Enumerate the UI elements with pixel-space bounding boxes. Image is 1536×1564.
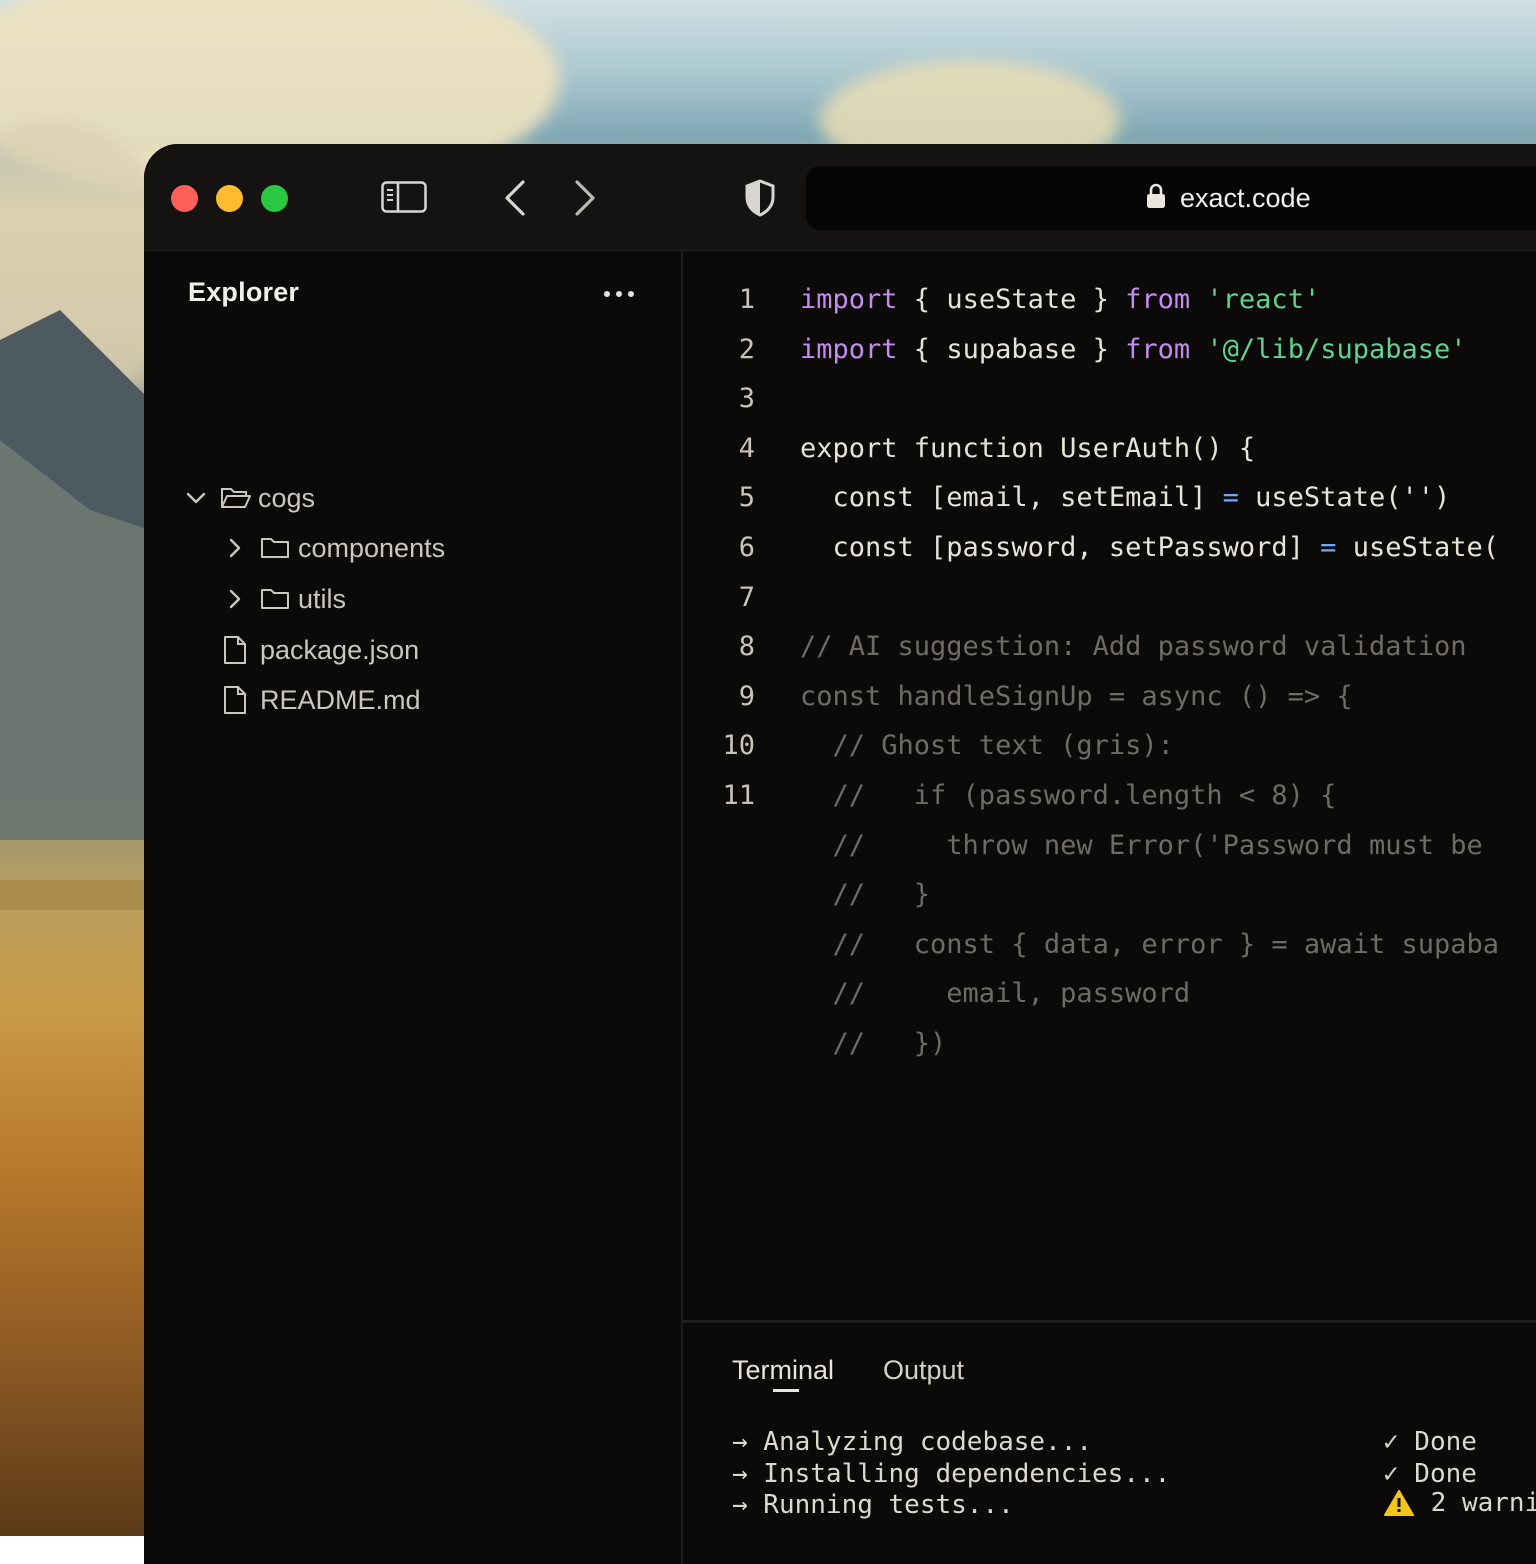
tree-item-label: components	[298, 532, 446, 563]
keyword-token: from	[1125, 333, 1191, 365]
terminal-line: → Analyzing codebase...	[732, 1427, 1093, 1457]
url-text: exact.code	[1180, 182, 1311, 213]
line-number: 5	[738, 482, 755, 514]
tab-terminal[interactable]: Terminal	[732, 1355, 834, 1386]
code-line: export function UserAuth() {	[800, 433, 1255, 464]
line-number: 2	[738, 333, 755, 365]
address-bar[interactable]: exact.code	[806, 166, 1536, 230]
folder-icon	[260, 536, 290, 560]
ghost-suggestion-text: const handleSignUp = async () => {	[800, 680, 1353, 712]
line-number: 3	[738, 383, 755, 415]
close-window-button[interactable]	[171, 185, 198, 212]
line-number: 8	[738, 631, 755, 663]
terminal-line: → Installing dependencies...	[732, 1459, 1171, 1489]
chevron-right-icon	[224, 538, 246, 558]
code-line: // if (password.length < 8) {	[800, 780, 1337, 811]
ghost-suggestion-text: // Ghost text (gris):	[800, 730, 1174, 762]
tree-item-cogs[interactable]: cogs	[184, 476, 315, 520]
lock-icon	[1146, 183, 1166, 213]
terminal-line: → Running tests...	[732, 1490, 1014, 1520]
file-icon	[222, 635, 248, 665]
line-number: 6	[738, 532, 755, 563]
code-line: // email, password	[800, 978, 1191, 1010]
terminal-status: ✓ Done	[1383, 1427, 1477, 1457]
line-number: 10	[722, 730, 755, 762]
line-number: 7	[738, 581, 755, 613]
terminal-status: 2 warni	[1383, 1488, 1536, 1518]
code-line: const handleSignUp = async () => {	[800, 681, 1353, 712]
ghost-suggestion-text: // throw new Error('Password must be	[800, 829, 1483, 861]
code-line: // })	[800, 1028, 947, 1059]
title-bar: exact.code	[144, 144, 1536, 251]
code-line: import { useState } from 'react'	[800, 284, 1320, 315]
tree-item-readme[interactable]: README.md	[222, 678, 421, 722]
tree-item-label: README.md	[260, 684, 421, 715]
code-line: // AI suggestion: Add password validatio…	[800, 631, 1466, 662]
chevron-down-icon	[184, 491, 208, 505]
keyword-token: import	[800, 333, 898, 365]
code-token: const [email, setEmail]	[800, 482, 1223, 514]
ghost-suggestion-text: // AI suggestion: Add password validatio…	[800, 631, 1467, 663]
code-token: export function UserAuth() {	[800, 432, 1256, 464]
operator-token: =	[1320, 532, 1337, 563]
code-line: // throw new Error('Password must be	[800, 830, 1483, 861]
code-token: { useState }	[897, 284, 1126, 315]
keyword-token: from	[1125, 284, 1191, 315]
code-editor[interactable]: 1 2 3 4 5 6 7 8 9 10 11 import { useState } from '…	[683, 251, 1536, 1319]
ghost-suggestion-text: // })	[800, 1028, 947, 1059]
string-token: 'react'	[1190, 284, 1321, 315]
terminal-status: ✓ Done	[1383, 1459, 1477, 1489]
ghost-suggestion-text: // const { data, error } = await supaba	[800, 928, 1499, 960]
tree-item-label: package.json	[260, 634, 420, 665]
code-token: const [password, setPassword]	[800, 532, 1321, 563]
code-token: { supabase }	[897, 333, 1126, 365]
active-tab-indicator	[773, 1389, 799, 1392]
code-line: // }	[800, 879, 931, 911]
chevron-right-icon	[224, 589, 246, 609]
file-icon	[222, 685, 248, 715]
tree-item-label: cogs	[258, 482, 316, 513]
code-line: const [password, setPassword] = useState…	[800, 532, 1500, 563]
more-options-icon[interactable]	[602, 277, 636, 311]
terminal-status-text: 2 warni	[1415, 1488, 1536, 1518]
tree-item-package-json[interactable]: package.json	[222, 628, 419, 672]
tab-output[interactable]: Output	[883, 1355, 964, 1386]
line-number: 11	[722, 780, 755, 811]
operator-token: =	[1222, 482, 1239, 514]
tree-item-components[interactable]: components	[224, 526, 445, 570]
ghost-suggestion-text: // }	[800, 879, 931, 911]
code-token: useState(	[1336, 532, 1499, 563]
line-number: 1	[738, 284, 755, 315]
ghost-suggestion-text: // email, password	[800, 978, 1191, 1010]
warning-icon	[1383, 1489, 1415, 1517]
bottom-panel: Terminal Output → Analyzing codebase... …	[683, 1320, 1536, 1564]
forward-arrow-icon[interactable]	[568, 178, 602, 218]
line-number: 4	[738, 432, 755, 464]
zoom-window-button[interactable]	[261, 185, 288, 212]
folder-open-icon	[220, 486, 252, 510]
code-line: import { supabase } from '@/lib/supabase…	[800, 334, 1467, 365]
back-arrow-icon[interactable]	[498, 178, 532, 218]
folder-icon	[260, 587, 290, 611]
code-token: useState('')	[1238, 482, 1451, 514]
code-line: // Ghost text (gris):	[800, 730, 1174, 761]
code-line: // const { data, error } = await supaba	[800, 929, 1499, 960]
app-window: exact.code Explorer cogs components util…	[144, 144, 1536, 1564]
code-line: const [email, setEmail] = useState('')	[800, 482, 1451, 514]
explorer-title: Explorer	[188, 277, 300, 307]
keyword-token: import	[800, 284, 898, 315]
minimize-window-button[interactable]	[216, 185, 243, 212]
ghost-suggestion-text: // if (password.length < 8) {	[800, 780, 1337, 811]
tree-item-label: utils	[298, 583, 347, 614]
tree-item-utils[interactable]: utils	[224, 577, 346, 621]
shield-icon[interactable]	[742, 178, 778, 218]
explorer-sidebar: Explorer cogs components utils package.j…	[144, 251, 683, 1564]
sidebar-toggle-icon[interactable]	[380, 180, 428, 214]
string-token: '@/lib/supabase'	[1190, 333, 1467, 365]
line-number: 9	[738, 680, 755, 712]
